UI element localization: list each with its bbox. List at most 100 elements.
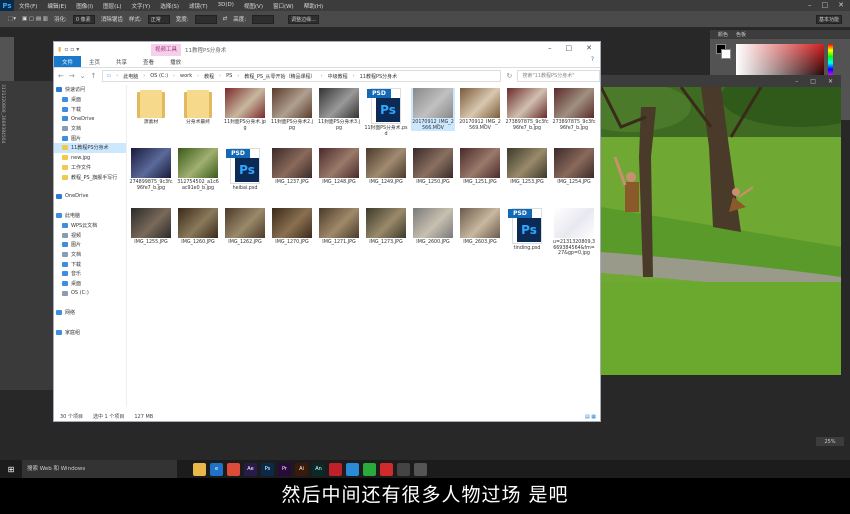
browser-icon[interactable] — [346, 462, 359, 476]
menu-item[interactable]: 窗口(W) — [268, 2, 299, 10]
help-icon[interactable]: ? — [591, 56, 600, 67]
file-item[interactable]: IMG_1250.JPG — [411, 148, 455, 186]
file-item[interactable]: PSD Ps tinding.psd — [505, 208, 549, 252]
nav-item[interactable]: 音乐 — [54, 269, 126, 279]
file-explorer-window[interactable]: ▮ ▫ ▫ ▾ 视频工具 11教程PS分身术 – □ ✕ 文件 主页 共享 查看… — [53, 41, 601, 422]
file-item[interactable]: IMG_1262.JPG — [223, 208, 267, 246]
photoshop-icon[interactable]: Ps — [261, 462, 274, 476]
tab-color[interactable]: 颜色 — [718, 31, 728, 38]
file-item[interactable]: IMG_1249.JPG — [364, 148, 408, 186]
back-arrow-icon[interactable]: ← — [58, 72, 64, 80]
after-effects-icon[interactable]: Ae — [244, 462, 257, 476]
file-item[interactable]: u=2131320809,3669384564&fm=27&gp=0.jpg — [552, 208, 596, 257]
nav-item[interactable]: WPS云文档 — [54, 221, 126, 231]
breadcrumb-separator-icon[interactable]: › — [321, 73, 323, 79]
breadcrumb-item[interactable]: 中级教程 — [328, 73, 348, 80]
selection-mode-icons[interactable]: ▣ ▢ ▤ ▥ — [22, 16, 48, 22]
edge-icon[interactable]: e — [210, 462, 223, 476]
forward-arrow-icon[interactable]: → — [69, 72, 75, 80]
tab-play[interactable]: 播放 — [162, 56, 189, 67]
file-item[interactable]: IMG_1254.JPG — [552, 148, 596, 186]
file-item[interactable]: 312754502_a1c6ac91e0_b.jpg — [176, 148, 220, 191]
up-arrow-icon[interactable]: ↑ — [91, 72, 97, 80]
tab-view[interactable]: 查看 — [135, 56, 162, 67]
marquee-tool-icon[interactable]: ⬚▾ — [8, 16, 16, 22]
file-item[interactable]: 20170912_IMG_2569.MOV — [458, 88, 502, 131]
file-item[interactable]: IMG_2600.JPG — [411, 208, 455, 246]
file-item[interactable]: IMG_1237.JPG — [270, 148, 314, 186]
menu-item[interactable]: 文件(F) — [14, 2, 42, 10]
tab-swatches[interactable]: 色板 — [736, 31, 746, 38]
premiere-icon[interactable]: Pr — [278, 462, 291, 476]
maximize-icon[interactable]: □ — [822, 1, 829, 9]
image-document-window[interactable]: – □ ✕ — [601, 75, 841, 375]
nav-item[interactable]: 下载 — [54, 104, 126, 114]
file-item[interactable]: IMG_1270.JPG — [270, 208, 314, 246]
nav-item[interactable]: 下载 — [54, 259, 126, 269]
nav-item[interactable]: 家庭组 — [54, 327, 126, 337]
file-item[interactable]: 11封面PS分身术3.jpg — [317, 88, 361, 131]
maximize-icon[interactable]: □ — [566, 44, 573, 52]
view-toggle-icons[interactable]: ▤ ▦ — [585, 414, 596, 420]
tab-file[interactable]: 文件 — [54, 56, 82, 67]
nav-item[interactable]: OS (C:) — [54, 288, 126, 298]
breadcrumb-item[interactable]: 此电脑 — [123, 73, 138, 80]
height-input[interactable] — [252, 14, 275, 24]
menu-item[interactable]: 帮助(H) — [299, 2, 328, 10]
park-photo[interactable] — [601, 87, 841, 375]
breadcrumb-item[interactable]: OS (C:) — [150, 73, 168, 79]
file-item[interactable]: 20170912_IMG_2566.MOV — [411, 88, 455, 131]
file-item[interactable]: IMG_1260.JPG — [176, 208, 220, 246]
file-item[interactable]: 11封面PS分身术.jpg — [223, 88, 267, 131]
photos-icon[interactable] — [397, 462, 410, 476]
file-item[interactable]: 273897875_9c3fc96fe7_b.jpg — [552, 88, 596, 131]
breadcrumb-item[interactable]: PS — [226, 73, 232, 79]
nav-item[interactable]: OneDrive — [54, 114, 126, 124]
menu-item[interactable]: 滤镜(T) — [184, 2, 213, 10]
breadcrumb-separator-icon[interactable]: › — [353, 73, 355, 79]
breadcrumb-separator-icon[interactable]: › — [197, 73, 199, 79]
file-item[interactable]: IMG_1253.JPG — [505, 148, 549, 186]
file-explorer-icon[interactable] — [193, 462, 206, 476]
breadcrumb-separator-icon[interactable]: › — [143, 73, 145, 79]
breadcrumb-item[interactable]: 教程 — [204, 73, 214, 80]
media-icon[interactable] — [414, 462, 427, 476]
minimize-icon[interactable]: – — [548, 44, 552, 52]
file-item[interactable]: IMG_1255.JPG — [129, 208, 173, 246]
feather-input[interactable]: 0 像素 — [72, 14, 95, 24]
file-item[interactable]: PSD Ps heibai.psd — [223, 148, 267, 192]
menu-item[interactable]: 图像(I) — [71, 2, 98, 10]
nav-item[interactable]: OneDrive — [54, 192, 126, 202]
breadcrumb-separator-icon[interactable]: › — [116, 73, 118, 79]
breadcrumb-item[interactable]: 11教程PS分身术 — [360, 73, 398, 80]
nav-item[interactable]: new.jpg — [54, 153, 126, 163]
file-item[interactable]: 273897875_9c3fc96fe7_b.jpg — [505, 88, 549, 131]
close-icon[interactable]: ✕ — [586, 44, 592, 52]
breadcrumb-separator-icon[interactable]: › — [219, 73, 221, 79]
nav-item[interactable]: 文档 — [54, 250, 126, 260]
file-item[interactable]: IMG_2603.JPG — [458, 208, 502, 246]
menu-item[interactable]: 3D(D) — [213, 2, 239, 10]
menu-item[interactable]: 图层(L) — [98, 2, 126, 10]
file-item[interactable]: 274899875_9c3fc96fe7_b.jpg — [129, 148, 173, 191]
address-bar[interactable]: ▭ › 此电脑 › OS (C:) › work › 教程 › PS › 教程_PS_从零开始（精品课程… — [101, 70, 502, 82]
breadcrumb-separator-icon[interactable]: › — [237, 73, 239, 79]
nav-item[interactable]: 工作文件 — [54, 163, 126, 173]
nav-item[interactable]: 视频 — [54, 230, 126, 240]
nav-item[interactable]: 此电脑 — [54, 211, 126, 221]
animate-icon[interactable]: An — [312, 462, 325, 476]
file-item[interactable]: PSD Ps 11封面PS分身术.psd — [364, 88, 408, 137]
windows-start-icon[interactable]: ⊞ — [0, 460, 22, 478]
netease-music-icon[interactable] — [329, 462, 342, 476]
background-color-swatch[interactable] — [721, 49, 731, 59]
file-item[interactable]: IMG_1273.JPG — [364, 208, 408, 246]
minimize-icon[interactable]: – — [795, 78, 798, 85]
file-item[interactable]: IMG_1251.JPG — [458, 148, 502, 186]
wechat-icon[interactable] — [363, 462, 376, 476]
close-icon[interactable]: ✕ — [828, 78, 833, 85]
zoom-level[interactable]: 25% — [816, 437, 844, 446]
nav-item[interactable]: 文档 — [54, 124, 126, 134]
swap-icon[interactable]: ⇄ — [223, 16, 228, 22]
tab-home[interactable]: 主页 — [81, 56, 108, 67]
nav-item[interactable]: 桌面 — [54, 279, 126, 289]
